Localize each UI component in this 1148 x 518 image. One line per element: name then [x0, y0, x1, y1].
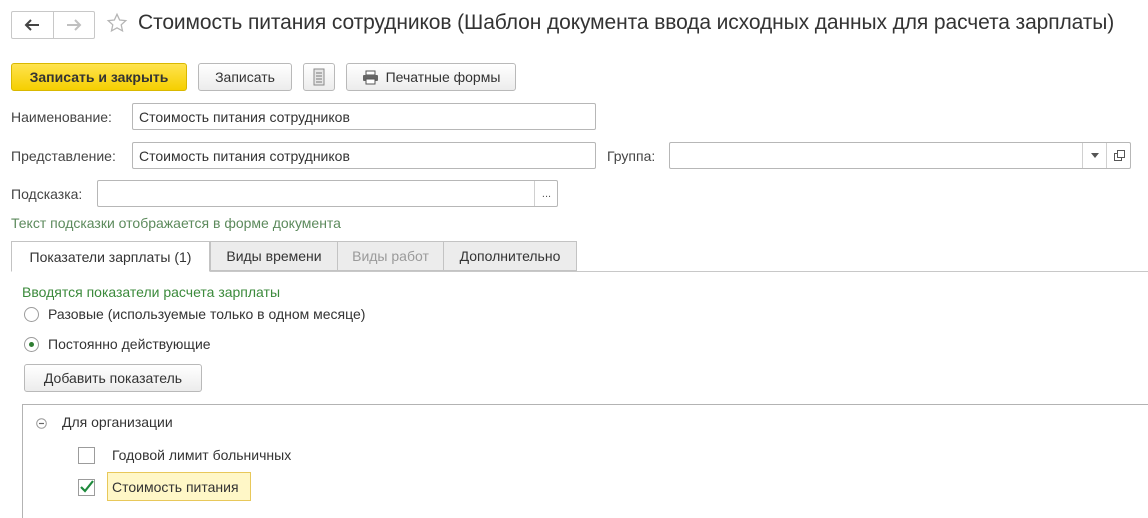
hint-select-button[interactable]: ... — [534, 181, 557, 206]
document-list-icon — [313, 68, 325, 86]
page-title: Стоимость питания сотрудников (Шаблон до… — [138, 11, 1115, 34]
radio-permanent[interactable] — [24, 337, 39, 352]
hint-note: Текст подсказки отображается в форме док… — [11, 215, 341, 231]
arrow-left-icon — [24, 19, 40, 31]
tab-salary-indicators[interactable]: Показатели зарплаты (1) — [11, 241, 210, 272]
print-forms-button[interactable]: Печатные формы — [346, 63, 516, 91]
checkbox-annual-sick-limit[interactable] — [78, 447, 95, 464]
chevron-down-icon — [1091, 153, 1099, 158]
checkmark-icon — [80, 480, 94, 493]
collapse-group-button[interactable] — [36, 416, 47, 432]
presentation-field[interactable]: Стоимость питания сотрудников — [132, 142, 596, 169]
printer-icon — [362, 70, 378, 84]
star-icon — [106, 12, 128, 33]
name-label: Наименование: — [11, 109, 112, 125]
annual-sick-limit-label[interactable]: Годовой лимит больничных — [112, 447, 291, 463]
presentation-label: Представление: — [11, 148, 116, 164]
print-forms-label: Печатные формы — [385, 69, 501, 85]
checkbox-food-cost[interactable] — [78, 479, 95, 496]
group-open-button[interactable] — [1106, 143, 1130, 168]
open-window-icon — [1114, 150, 1125, 161]
save-and-close-button[interactable]: Записать и закрыть — [11, 63, 187, 91]
tab-work-types[interactable]: Виды работ — [337, 241, 444, 271]
arrow-right-icon — [66, 19, 82, 31]
tab-time-types[interactable]: Виды времени — [210, 241, 338, 271]
hint-field[interactable]: ... — [97, 180, 558, 207]
navigation-buttons — [11, 11, 95, 39]
radio-one-time[interactable] — [24, 307, 39, 322]
favorite-button[interactable] — [106, 12, 128, 37]
tab-additional[interactable]: Дополнительно — [443, 241, 577, 271]
tree-group-label: Для организации — [62, 414, 173, 430]
name-field[interactable]: Стоимость питания сотрудников — [132, 103, 596, 130]
report-button[interactable] — [303, 63, 335, 91]
hint-label: Подсказка: — [11, 186, 83, 202]
group-label: Группа: — [607, 148, 656, 164]
forward-button[interactable] — [52, 12, 95, 38]
add-indicator-button[interactable]: Добавить показатель — [24, 364, 202, 392]
radio-permanent-label[interactable]: Постоянно действующие — [48, 336, 211, 352]
food-cost-label[interactable]: Стоимость питания — [112, 479, 239, 495]
radio-one-time-label[interactable]: Разовые (используемые только в одном мес… — [48, 306, 365, 322]
group-field[interactable] — [669, 142, 1131, 169]
back-button[interactable] — [12, 12, 53, 38]
save-button[interactable]: Записать — [198, 63, 292, 91]
collapse-icon — [36, 418, 47, 429]
group-dropdown-button[interactable] — [1082, 143, 1107, 168]
indicators-section-title: Вводятся показатели расчета зарплаты — [22, 284, 281, 300]
